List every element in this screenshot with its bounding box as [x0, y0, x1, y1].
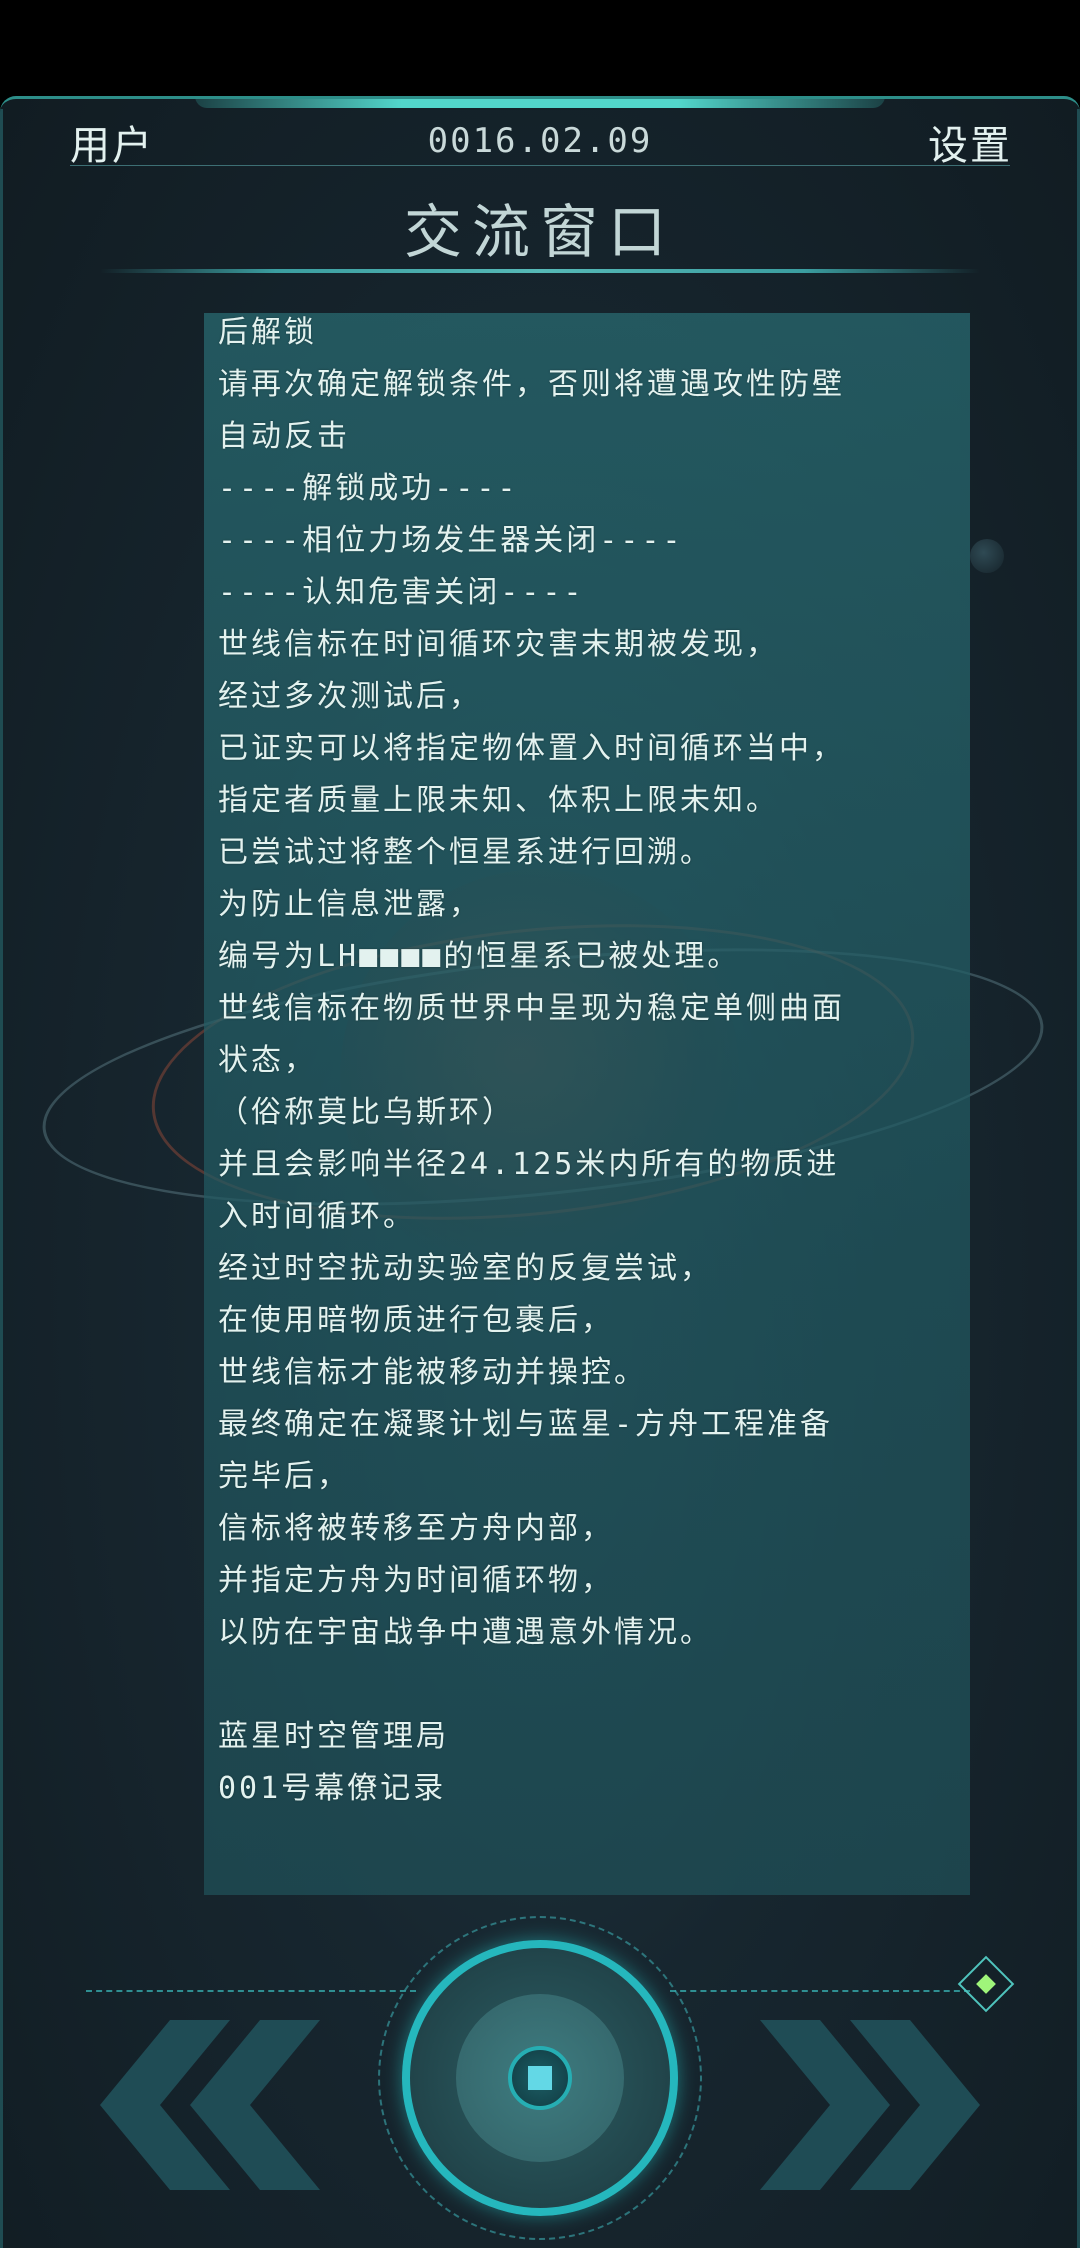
message-line: ----相位力场发生器关闭----	[218, 523, 684, 558]
message-line: （俗称莫比乌斯环）	[218, 1095, 515, 1130]
message-line: 为防止信息泄露，	[218, 887, 482, 922]
message-line: 请再次确定解锁条件，否则将遭遇攻性防壁	[218, 367, 845, 402]
message-line: 世线信标在物质世界中呈现为稳定单侧曲面	[218, 991, 845, 1026]
message-line: 已证实可以将指定物体置入时间循环当中，	[218, 731, 845, 766]
message-line: 编号为LH■■■■的恒星系已被处理。	[218, 939, 741, 974]
message-line	[218, 1659, 956, 1711]
game-date: 0016.02.09	[427, 121, 653, 161]
diamond-indicator-icon	[957, 1955, 1015, 2013]
message-line: ----解锁成功----	[218, 471, 519, 506]
message-line: 后解锁	[218, 315, 317, 350]
message-line: 并且会影响半径24.125米内所有的物质进	[218, 1147, 840, 1182]
previous-page-button[interactable]	[100, 2020, 320, 2190]
message-line: 状态，	[218, 1043, 317, 1078]
dashed-guide-left	[86, 1990, 416, 1992]
message-panel[interactable]: 后解锁请再次确定解锁条件，否则将遭遇攻性防壁 自动反击 ----解锁成功---- --…	[204, 313, 970, 1895]
message-line: 以防在宇宙战争中遭遇意外情况。	[218, 1615, 713, 1650]
next-page-button[interactable]	[760, 2020, 980, 2190]
title-divider	[100, 269, 980, 273]
message-line: 并指定方舟为时间循环物，	[218, 1563, 614, 1598]
double-chevron-left-icon	[100, 2020, 320, 2190]
message-line: 自动反击	[218, 419, 350, 454]
message-line: 指定者质量上限未知、体积上限未知。	[218, 783, 779, 818]
window-title: 交流窗口	[403, 198, 676, 266]
circle-button-icon	[508, 2046, 572, 2110]
settings-button[interactable]: 设置	[928, 113, 1012, 171]
message-line: 完毕后，	[218, 1459, 350, 1494]
message-line: 世线信标才能被移动并操控。	[218, 1355, 647, 1390]
small-orb	[970, 539, 1004, 573]
message-line: 001号幕僚记录	[218, 1771, 447, 1806]
message-line: 经过多次测试后，	[218, 679, 482, 714]
control-bar	[0, 1840, 1080, 2248]
message-line: 经过时空扰动实验室的反复尝试，	[218, 1251, 713, 1286]
dashed-guide-right	[670, 1990, 970, 1992]
message-line: 入时间循环。	[218, 1199, 416, 1234]
message-line: 世线信标在时间循环灾害末期被发现，	[218, 627, 779, 662]
message-line: 信标将被转移至方舟内部，	[218, 1511, 614, 1546]
message-line: 蓝星时空管理局	[218, 1719, 449, 1754]
message-line: ----认知危害关闭----	[218, 575, 585, 610]
message-line: 已尝试过将整个恒星系进行回溯。	[218, 835, 713, 870]
top-glow-bar	[195, 99, 885, 108]
double-chevron-right-icon	[760, 2020, 980, 2190]
header-divider	[70, 165, 1010, 166]
message-line: 在使用暗物质进行包裹后，	[218, 1303, 614, 1338]
message-line: 最终确定在凝聚计划与蓝星-方舟工程准备	[218, 1407, 834, 1442]
